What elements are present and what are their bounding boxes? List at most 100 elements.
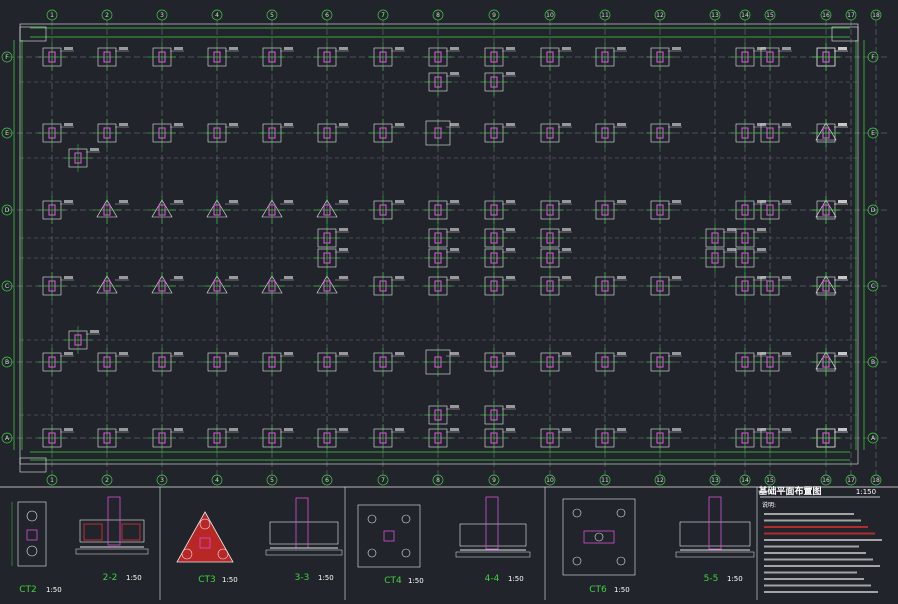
svg-text:10: 10 bbox=[546, 12, 554, 19]
pile-cap bbox=[93, 424, 129, 452]
axis-bubble-10: 10 bbox=[544, 9, 556, 21]
pile-cap bbox=[731, 224, 767, 252]
svg-text:15: 15 bbox=[766, 477, 774, 484]
svg-text:14: 14 bbox=[741, 477, 749, 484]
pile-cap bbox=[38, 119, 74, 147]
svg-text:8: 8 bbox=[436, 12, 440, 19]
pile-cap bbox=[148, 424, 184, 452]
detail-scale-ct4: 1:50 bbox=[408, 577, 424, 585]
pile-cap bbox=[93, 119, 129, 147]
detail-section-2-2 bbox=[75, 496, 149, 555]
axis-bubble-18: 18 bbox=[870, 9, 882, 21]
pile-cap bbox=[812, 119, 848, 147]
axis-bubble-9: 9 bbox=[488, 9, 500, 21]
axis-bubble-10: 10 bbox=[544, 474, 556, 486]
pile-cap bbox=[480, 119, 516, 147]
detail-ct2 bbox=[11, 501, 47, 567]
svg-text:1: 1 bbox=[50, 12, 54, 19]
axis-bubble-6: 6 bbox=[321, 474, 333, 486]
axis-bubble-8: 8 bbox=[432, 474, 444, 486]
axis-bubble-13: 13 bbox=[709, 474, 721, 486]
svg-text:8: 8 bbox=[436, 477, 440, 484]
axis-bubble-11: 11 bbox=[599, 474, 611, 486]
detail-label-ct6: CT6 bbox=[589, 585, 607, 595]
detail-scale-5-5: 1:50 bbox=[727, 575, 743, 583]
detail-scale-ct2: 1:50 bbox=[46, 586, 62, 594]
svg-text:16: 16 bbox=[822, 12, 830, 19]
pile-cap bbox=[812, 424, 848, 452]
svg-text:11: 11 bbox=[601, 477, 609, 484]
svg-text:B: B bbox=[871, 359, 875, 366]
pile-cap bbox=[731, 244, 767, 272]
pile-cap bbox=[480, 43, 516, 71]
detail-label-4-4: 4-4 bbox=[485, 574, 500, 584]
svg-text:4: 4 bbox=[215, 12, 219, 19]
svg-text:11: 11 bbox=[601, 12, 609, 19]
svg-text:7: 7 bbox=[381, 477, 385, 484]
pile-cap bbox=[64, 326, 100, 354]
svg-text:6: 6 bbox=[325, 477, 329, 484]
pile-cap bbox=[148, 272, 184, 300]
detail-label-ct2: CT2 bbox=[19, 585, 37, 595]
title-stamp-top-right bbox=[831, 26, 859, 42]
svg-text:13: 13 bbox=[711, 477, 719, 484]
notes-heading: 说明: bbox=[762, 501, 776, 509]
svg-text:F: F bbox=[871, 54, 875, 61]
pile-cap bbox=[812, 272, 848, 300]
axis-bubble-3: 3 bbox=[156, 9, 168, 21]
svg-text:14: 14 bbox=[741, 12, 749, 19]
detail-frames bbox=[159, 487, 758, 600]
svg-text:E: E bbox=[871, 130, 875, 137]
svg-text:3: 3 bbox=[160, 12, 164, 19]
svg-text:12: 12 bbox=[656, 477, 664, 484]
svg-text:1: 1 bbox=[50, 477, 54, 484]
plan-frame bbox=[19, 23, 859, 465]
pile-cap bbox=[480, 348, 516, 376]
detail-section-5-5 bbox=[675, 496, 755, 558]
pile-cap bbox=[812, 196, 848, 224]
detail-label-ct3: CT3 bbox=[198, 575, 216, 585]
detail-ct4 bbox=[357, 504, 421, 568]
axis-bubble-16: 16 bbox=[820, 9, 832, 21]
svg-text:18: 18 bbox=[872, 12, 880, 19]
pile-cap bbox=[148, 196, 184, 224]
detail-scale-4-4: 1:50 bbox=[508, 575, 524, 583]
svg-text:12: 12 bbox=[656, 12, 664, 19]
pile-cap bbox=[93, 196, 129, 224]
svg-text:17: 17 bbox=[847, 477, 855, 484]
axis-bubble-18: 18 bbox=[870, 474, 882, 486]
axis-bubble-17: 17 bbox=[845, 9, 857, 21]
foundation-layer bbox=[38, 43, 848, 452]
svg-text:4: 4 bbox=[215, 477, 219, 484]
axis-bubble-13: 13 bbox=[709, 9, 721, 21]
pile-cap bbox=[38, 196, 74, 224]
axis-bubble-2: 2 bbox=[101, 474, 113, 486]
axis-bubble-8: 8 bbox=[432, 9, 444, 21]
svg-text:D: D bbox=[5, 207, 10, 214]
axis-bubble-12: 12 bbox=[654, 474, 666, 486]
pile-cap bbox=[93, 272, 129, 300]
svg-text:C: C bbox=[5, 283, 9, 290]
svg-text:3: 3 bbox=[160, 477, 164, 484]
svg-text:E: E bbox=[5, 130, 9, 137]
detail-ct3 bbox=[176, 511, 234, 563]
axis-bubble-15: 15 bbox=[764, 474, 776, 486]
axis-bubble-3: 3 bbox=[156, 474, 168, 486]
svg-text:2: 2 bbox=[105, 12, 109, 19]
detail-scale-ct3: 1:50 bbox=[222, 576, 238, 584]
pile-cap bbox=[38, 43, 74, 71]
svg-text:16: 16 bbox=[822, 477, 830, 484]
svg-text:A: A bbox=[871, 435, 876, 442]
pile-cap bbox=[812, 348, 848, 376]
detail-label-ct4: CT4 bbox=[384, 576, 402, 586]
svg-text:A: A bbox=[5, 435, 10, 442]
axis-bubble-4: 4 bbox=[211, 9, 223, 21]
pile-cap bbox=[93, 43, 129, 71]
pile-cap bbox=[64, 144, 100, 172]
axis-bubble-1: 1 bbox=[46, 474, 58, 486]
svg-text:B: B bbox=[5, 359, 9, 366]
pile-cap bbox=[38, 272, 74, 300]
svg-text:5: 5 bbox=[270, 12, 274, 19]
svg-text:2: 2 bbox=[105, 477, 109, 484]
axis-bubble-9: 9 bbox=[488, 474, 500, 486]
